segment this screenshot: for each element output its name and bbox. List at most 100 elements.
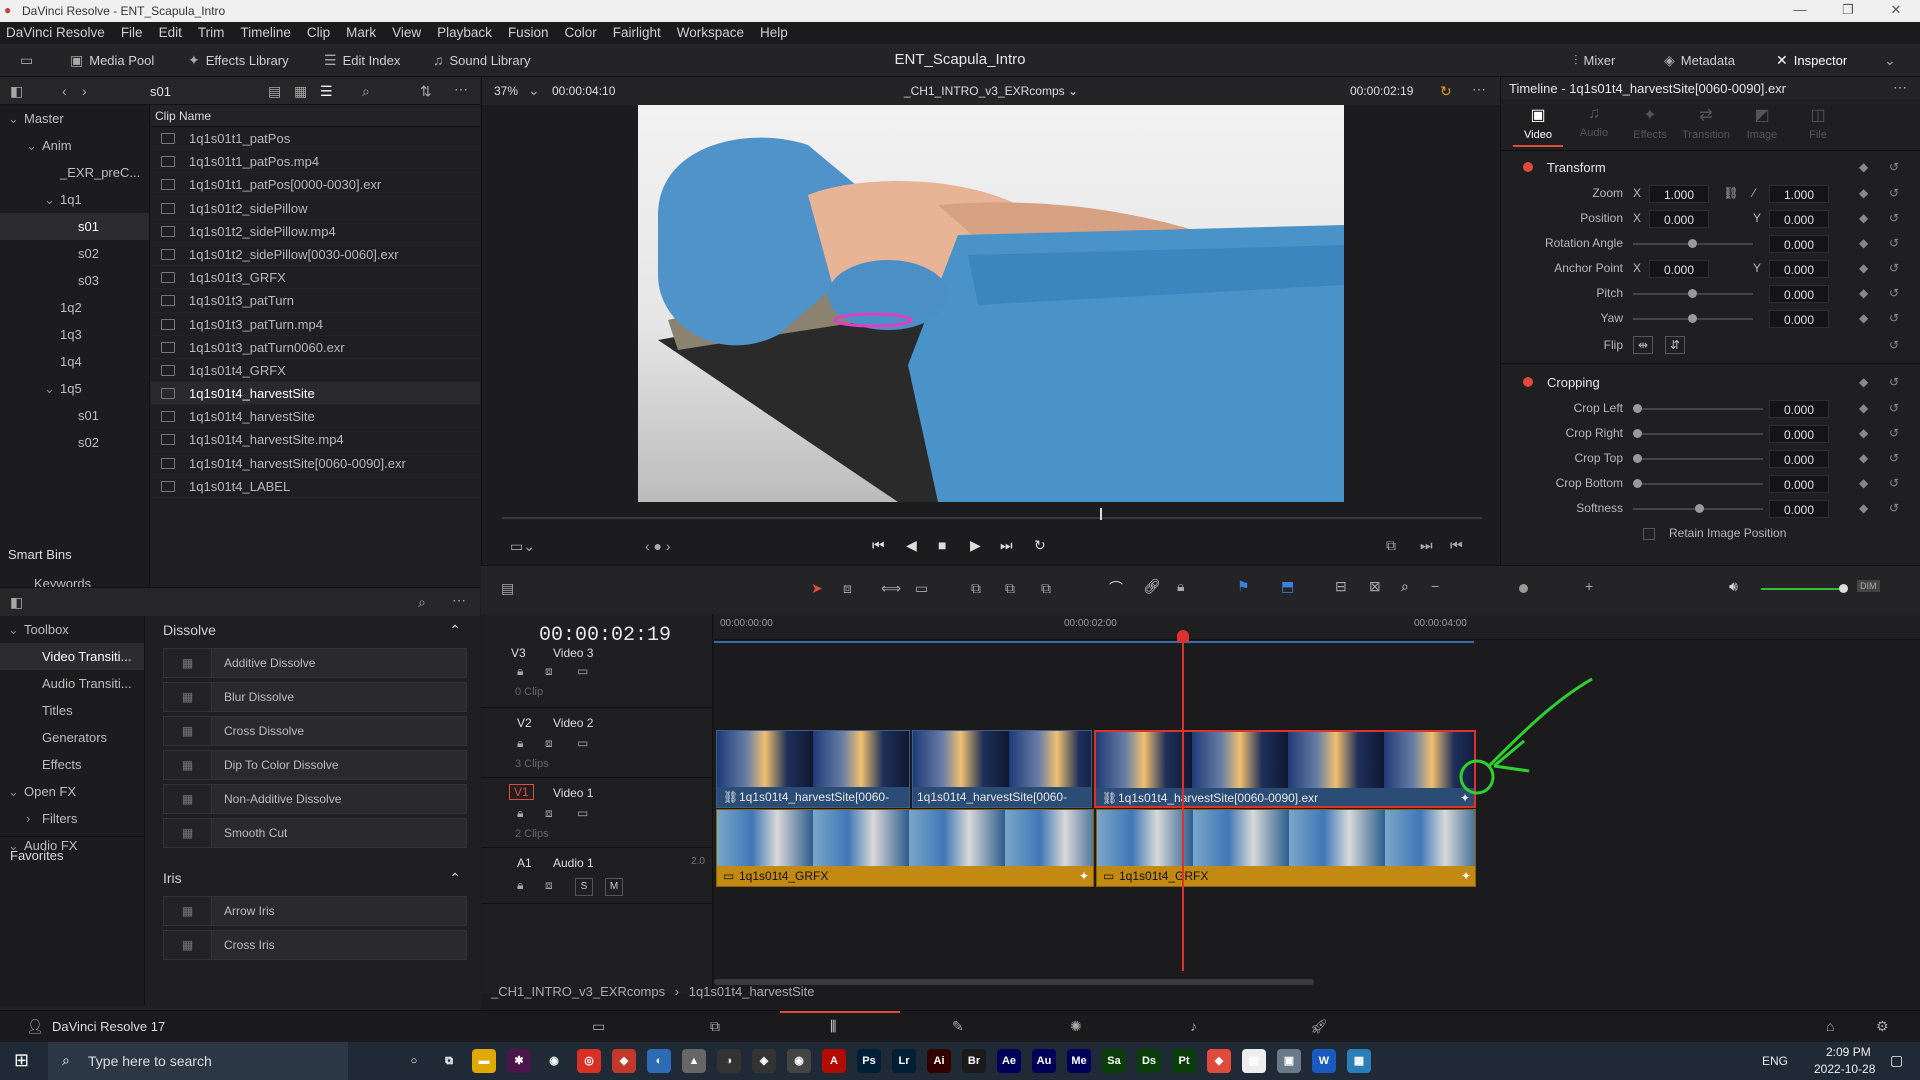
- slider-knob[interactable]: [1688, 288, 1697, 298]
- replace-clip-icon[interactable]: ⧉: [1041, 580, 1051, 597]
- menu-item[interactable]: Trim: [198, 25, 225, 40]
- loop-icon[interactable]: ↻: [1034, 537, 1046, 554]
- mute-button[interactable]: M: [605, 878, 623, 896]
- more-options-icon[interactable]: ⋯: [1472, 81, 1486, 98]
- play-reverse-icon[interactable]: ◀: [906, 537, 917, 554]
- reset-icon[interactable]: ↺: [1889, 206, 1899, 231]
- go-to-start-icon[interactable]: ⏮: [872, 537, 885, 554]
- illustrator-icon[interactable]: Ai: [927, 1049, 951, 1073]
- bin-item[interactable]: ⌄ Master: [0, 105, 149, 132]
- keyframe-icon[interactable]: ◆: [1859, 471, 1868, 496]
- timeline-name[interactable]: _CH1_INTRO_v3_EXRcomps ⌄: [482, 84, 1500, 98]
- bin-item[interactable]: 1q2: [0, 294, 149, 321]
- clip-row[interactable]: 1q1s01t4_GRFX: [151, 359, 480, 383]
- effect-item[interactable]: ▦ Blur Dissolve: [163, 682, 467, 712]
- dynamic-trim-icon[interactable]: ⟺: [881, 580, 901, 597]
- timeline-ruler[interactable]: 00:00:00:00 00:00:02:00 00:00:04:00: [714, 614, 1920, 640]
- reset-icon[interactable]: ↺: [1889, 181, 1899, 206]
- marker-icon[interactable]: ⬒: [1281, 578, 1294, 595]
- edit-page-icon[interactable]: ⫼: [830, 1018, 836, 1035]
- clip-row[interactable]: 1q1s01t2_sidePillow[0030-0060].exr: [151, 243, 480, 267]
- volume-icon[interactable]: 🔊︎: [1729, 578, 1738, 595]
- flag-icon[interactable]: ⚑: [1237, 578, 1250, 595]
- snapping-icon[interactable]: ⌒: [1109, 578, 1123, 598]
- list-view-icon[interactable]: ☰: [320, 83, 333, 100]
- deliver-page-icon[interactable]: 🚀︎: [1310, 1018, 1328, 1035]
- keyframe-icon[interactable]: ◆: [1859, 446, 1868, 471]
- reset-icon[interactable]: ↺: [1889, 281, 1899, 306]
- position-x-field[interactable]: 0.000: [1649, 209, 1709, 228]
- bin-item[interactable]: ⌄ Anim: [0, 132, 149, 159]
- lock-icon[interactable]: 🔒︎: [517, 736, 523, 751]
- bin-item[interactable]: _EXR_preC...: [0, 159, 149, 186]
- substance-painter-icon[interactable]: Pt: [1172, 1049, 1196, 1073]
- effects-icon[interactable]: ✦: [1079, 866, 1089, 886]
- clip-row[interactable]: 1q1s01t3_GRFX: [151, 266, 480, 290]
- panel-toggle-icon[interactable]: ◧: [10, 594, 23, 611]
- track-visibility-icon[interactable]: ▭: [577, 806, 588, 820]
- davinci-resolve-icon[interactable]: ◈: [752, 1049, 776, 1073]
- trim-tool-icon[interactable]: ⧈: [843, 580, 852, 597]
- clip-row[interactable]: 1q1s01t4_harvestSite: [151, 382, 480, 406]
- zoom-in-icon[interactable]: +: [1585, 578, 1593, 594]
- sync-icon[interactable]: ↻: [1440, 83, 1452, 100]
- bin-item[interactable]: 1q3: [0, 321, 149, 348]
- chevron-icon[interactable]: ⌄: [26, 132, 42, 159]
- retain-checkbox[interactable]: [1643, 527, 1655, 540]
- minimize-button[interactable]: —: [1780, 2, 1820, 17]
- clip-row[interactable]: 1q1s01t3_patTurn.mp4: [151, 313, 480, 336]
- reset-icon[interactable]: ↺: [1889, 446, 1899, 471]
- auto-select-icon[interactable]: ⧈: [545, 736, 553, 751]
- photos-icon[interactable]: ▲: [682, 1049, 706, 1073]
- yaw-field[interactable]: 0.000: [1769, 309, 1829, 328]
- metadata-button[interactable]: ◈ Metadata: [1664, 52, 1735, 69]
- zoom-custom-icon[interactable]: ⌕: [1401, 578, 1409, 595]
- file-explorer-icon[interactable]: ▬: [472, 1049, 496, 1073]
- app-icon[interactable]: ◆: [1207, 1049, 1231, 1073]
- effects-tree-item[interactable]: ⌄ Open FX: [0, 778, 144, 805]
- windows-start-icon[interactable]: ⊞: [14, 1050, 29, 1071]
- crop-right-slider[interactable]: [1633, 428, 1763, 438]
- app-icon[interactable]: ▦: [1347, 1049, 1371, 1073]
- transform-section[interactable]: Transform ◆ ↺: [1501, 153, 1920, 181]
- link-icon[interactable]: ⛓: [1709, 181, 1753, 206]
- bridge-icon[interactable]: Br: [962, 1049, 986, 1073]
- flip-horizontal-icon[interactable]: ⇹: [1633, 336, 1653, 354]
- forward-icon[interactable]: ›: [82, 83, 87, 99]
- media-encoder-icon[interactable]: Me: [1067, 1049, 1091, 1073]
- bin-item[interactable]: ⌄ 1q1: [0, 186, 149, 213]
- media-page-icon[interactable]: ▭: [592, 1018, 605, 1035]
- clip-row[interactable]: 1q1s01t4_harvestSite: [151, 405, 480, 429]
- reset-icon[interactable]: ↺: [1889, 256, 1899, 281]
- tab-audio[interactable]: ♫ Audio: [1569, 105, 1619, 139]
- keyframe-icon[interactable]: ◆: [1859, 155, 1868, 180]
- go-to-end-icon[interactable]: ⏭: [1000, 537, 1013, 554]
- effects-tree-item[interactable]: ⌄ Toolbox: [0, 616, 144, 643]
- bin-item[interactable]: s01: [0, 213, 149, 240]
- chevron-icon[interactable]: ›: [26, 805, 42, 832]
- reset-icon[interactable]: ↺: [1889, 370, 1899, 395]
- zoom-x-field[interactable]: 1.000: [1649, 184, 1709, 203]
- effects-icon[interactable]: ✦: [1461, 866, 1471, 886]
- zoom-detail-icon[interactable]: ⊠: [1369, 578, 1381, 595]
- zoom-full-icon[interactable]: ⊟: [1335, 578, 1347, 595]
- clock-time[interactable]: 2:09 PM: [1826, 1045, 1871, 1059]
- next-edit-icon[interactable]: ⏭: [1420, 537, 1433, 554]
- slider-knob[interactable]: [1633, 428, 1642, 438]
- back-icon[interactable]: ‹: [62, 83, 67, 99]
- keyframe-icon[interactable]: ◆: [1859, 206, 1868, 231]
- stop-icon[interactable]: ■: [938, 537, 946, 553]
- notepad-icon[interactable]: ▤: [1242, 1049, 1266, 1073]
- audition-icon[interactable]: Au: [1032, 1049, 1056, 1073]
- notification-icon[interactable]: ▢: [1890, 1052, 1903, 1069]
- bin-item[interactable]: s02: [0, 429, 149, 456]
- chevron-icon[interactable]: ⌄: [44, 375, 60, 402]
- clip-row[interactable]: 1q1s01t4_LABEL: [151, 475, 480, 498]
- app-icon[interactable]: ◑: [717, 1049, 741, 1073]
- effects-icon[interactable]: ✦: [1077, 807, 1087, 808]
- slider-knob[interactable]: [1633, 403, 1642, 413]
- blade-tool-icon[interactable]: ▭: [915, 580, 928, 597]
- effect-item[interactable]: ▦ Dip To Color Dissolve: [163, 750, 467, 780]
- color-page-icon[interactable]: ✺: [1070, 1018, 1082, 1035]
- keyframe-icon[interactable]: ◆: [1859, 181, 1868, 206]
